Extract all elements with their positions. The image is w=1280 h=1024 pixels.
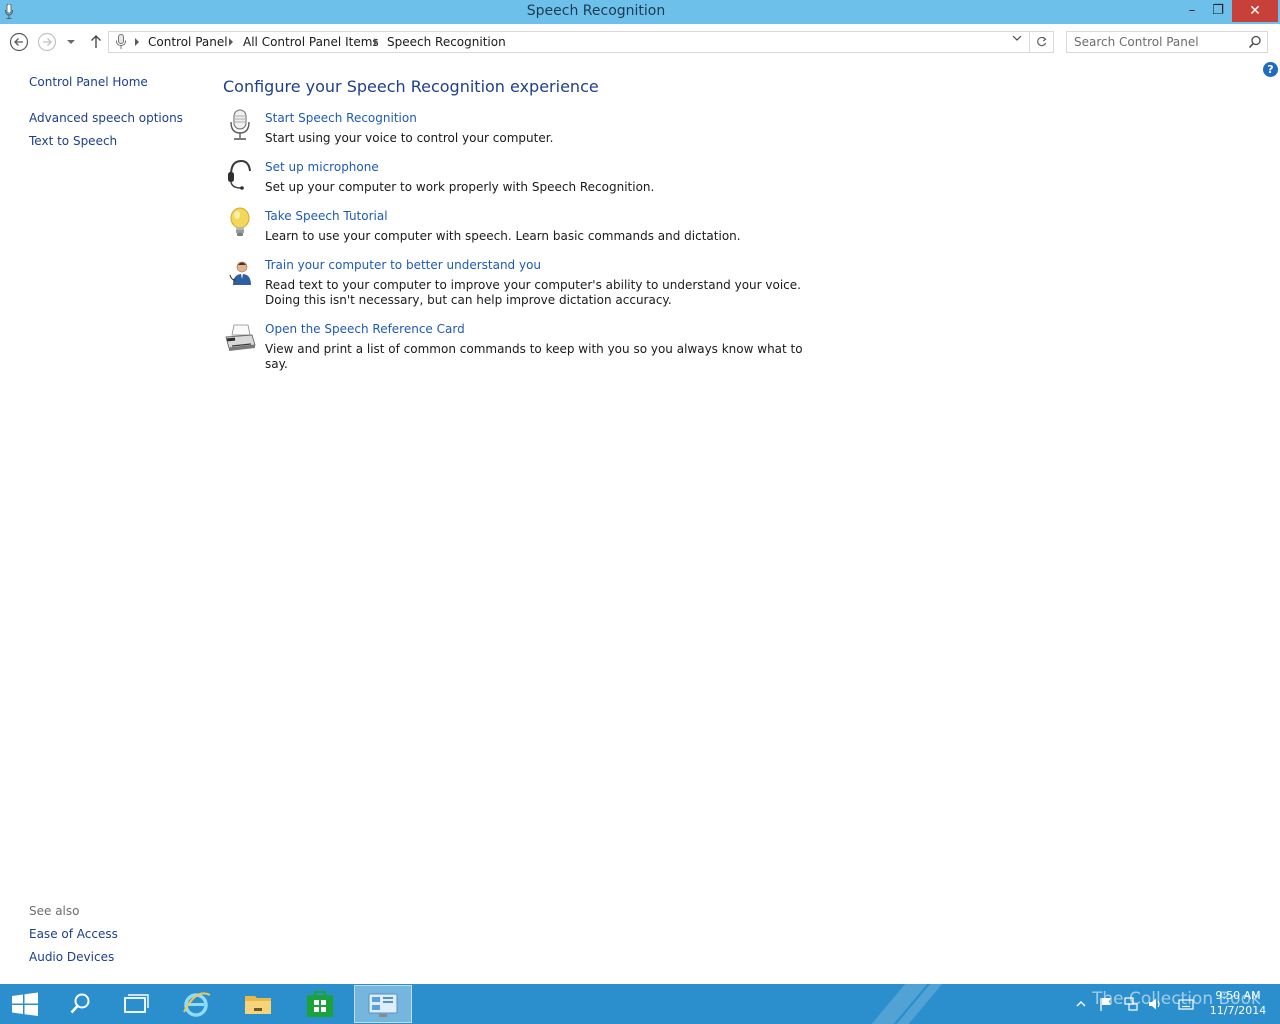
- page-title: Configure your Speech Recognition experi…: [223, 77, 599, 96]
- help-button[interactable]: ?: [1263, 62, 1278, 77]
- see-also-heading: See also: [29, 904, 80, 918]
- task-description: Learn to use your computer with speech. …: [265, 229, 741, 243]
- lightbulb-icon: [230, 207, 250, 236]
- start-speech-recognition-link[interactable]: Start Speech Recognition: [265, 111, 417, 125]
- window-title: Speech Recognition: [526, 3, 666, 19]
- train-computer-link[interactable]: Train your computer to better understand…: [265, 258, 541, 272]
- restore-button[interactable]: ❐: [1205, 0, 1231, 22]
- address-dropdown-chevron-icon[interactable]: [1011, 33, 1023, 43]
- search-box[interactable]: [1066, 31, 1268, 53]
- user-icon: [229, 261, 251, 285]
- text-to-speech-link[interactable]: Text to Speech: [29, 134, 117, 148]
- breadcrumb-control-panel[interactable]: Control Panel: [148, 35, 228, 49]
- windows-logo-icon: [12, 992, 38, 1016]
- navigation-bar: Control Panel All Control Panel Items Sp…: [0, 24, 1280, 58]
- task-description: Set up your computer to work properly wi…: [265, 180, 655, 194]
- breadcrumb-speech-recognition[interactable]: Speech Recognition: [387, 35, 506, 49]
- search-icon[interactable]: [1248, 35, 1262, 49]
- internet-explorer-button[interactable]: [168, 984, 224, 1024]
- title-bar: Speech Recognition – ❐ ✕: [0, 0, 1280, 24]
- network-icon[interactable]: [1123, 996, 1139, 1012]
- search-input[interactable]: [1067, 32, 1239, 52]
- ease-of-access-link[interactable]: Ease of Access: [29, 927, 118, 941]
- taskbar: The Collection Book 9:50 AM 11/7/2014: [0, 984, 1280, 1024]
- refresh-icon: [1037, 36, 1047, 47]
- open-speech-reference-card-link[interactable]: Open the Speech Reference Card: [265, 322, 465, 336]
- control-panel-home-link[interactable]: Control Panel Home: [29, 75, 148, 89]
- headset-icon: [228, 159, 251, 190]
- up-arrow-icon[interactable]: [86, 32, 106, 52]
- task-view-icon: [124, 994, 149, 1013]
- address-bar[interactable]: Control Panel All Control Panel Items Sp…: [108, 31, 1030, 53]
- store-button[interactable]: [292, 984, 348, 1024]
- task-description: Start using your voice to control your c…: [265, 131, 554, 145]
- task-description: Read text to your computer to improve yo…: [265, 278, 801, 307]
- control-panel-icon: [368, 993, 398, 1017]
- action-center-flag-icon[interactable]: [1098, 996, 1114, 1012]
- breadcrumb-separator-icon[interactable]: [373, 37, 379, 47]
- search-icon: [70, 993, 90, 1014]
- clock-date: 11/7/2014: [1209, 1004, 1267, 1017]
- start-button[interactable]: [0, 984, 56, 1024]
- microphone-icon: [230, 109, 250, 140]
- forward-arrow-icon[interactable]: [37, 32, 57, 52]
- printer-icon: [225, 324, 256, 351]
- breadcrumb-separator-icon[interactable]: [134, 37, 140, 47]
- folder-icon: [245, 996, 271, 1014]
- audio-devices-link[interactable]: Audio Devices: [29, 950, 114, 964]
- recent-locations-chevron-icon[interactable]: [64, 32, 78, 52]
- take-speech-tutorial-link[interactable]: Take Speech Tutorial: [265, 209, 388, 223]
- control-panel-taskbar-button[interactable]: [354, 985, 412, 1023]
- back-arrow-icon[interactable]: [9, 32, 29, 52]
- breadcrumb-all-control-panel-items[interactable]: All Control Panel Items: [243, 35, 379, 49]
- keyboard-icon[interactable]: [1178, 996, 1194, 1012]
- file-explorer-button[interactable]: [230, 984, 286, 1024]
- volume-icon[interactable]: [1147, 996, 1163, 1012]
- advanced-speech-options-link[interactable]: Advanced speech options: [29, 111, 183, 125]
- close-button[interactable]: ✕: [1232, 0, 1278, 22]
- set-up-microphone-link[interactable]: Set up microphone: [265, 160, 379, 174]
- store-icon: [307, 991, 333, 1017]
- task-description: View and print a list of common commands…: [265, 342, 803, 371]
- task-view-button[interactable]: [108, 984, 164, 1024]
- breadcrumb-separator-icon[interactable]: [228, 37, 234, 47]
- microphone-icon: [116, 34, 126, 49]
- search-taskbar-button[interactable]: [52, 984, 108, 1024]
- clock-time: 9:50 AM: [1215, 989, 1261, 1002]
- minimize-button[interactable]: –: [1180, 0, 1204, 22]
- internet-explorer-icon: [183, 992, 211, 1017]
- taskbar-clock[interactable]: 9:50 AM 11/7/2014: [1206, 988, 1270, 1018]
- show-hidden-icons-chevron-icon[interactable]: [1073, 996, 1089, 1012]
- refresh-button[interactable]: [1030, 31, 1054, 53]
